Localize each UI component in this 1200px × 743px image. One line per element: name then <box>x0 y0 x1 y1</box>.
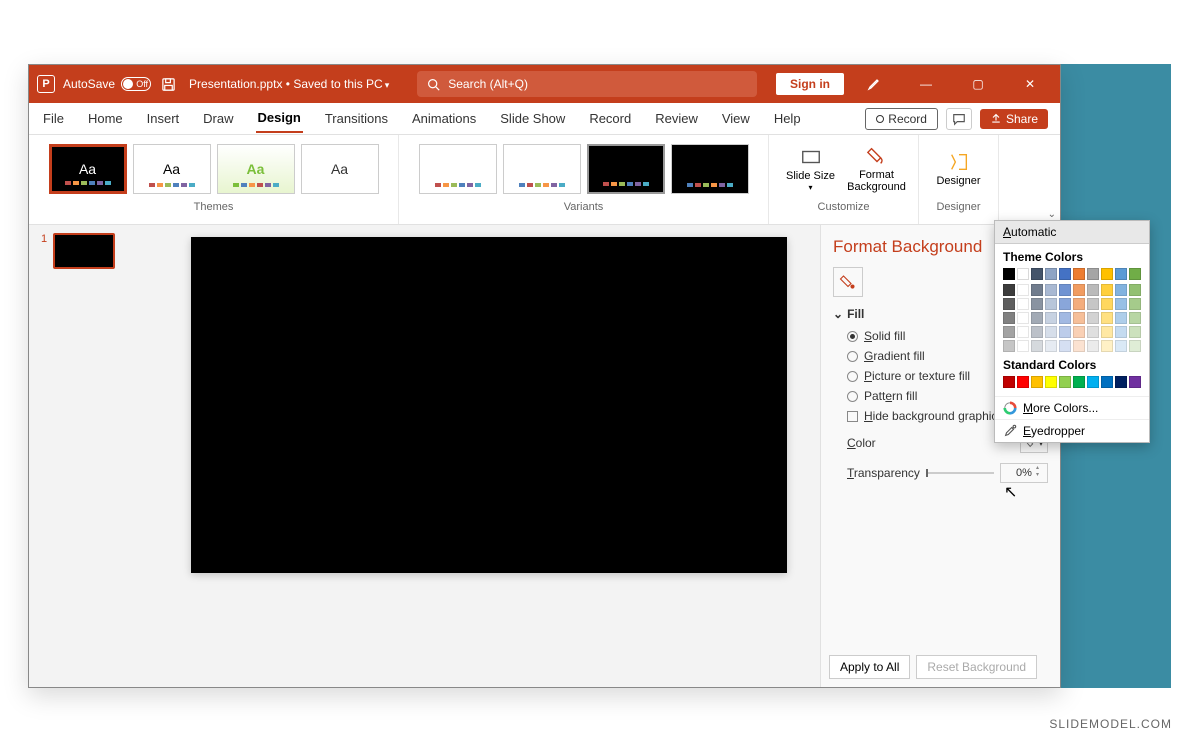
format-background-button[interactable]: Format Background <box>847 145 907 193</box>
theme-color-grid[interactable] <box>1003 268 1141 280</box>
variants-group: Variants <box>399 135 769 224</box>
theme-3[interactable]: Aa <box>217 144 295 194</box>
search-box[interactable]: Search (Alt+Q) <box>417 71 757 97</box>
designer-label: Designer <box>936 201 980 213</box>
customize-label: Customize <box>818 201 870 213</box>
theme-2[interactable]: Aa <box>133 144 211 194</box>
variant-1[interactable] <box>419 144 497 194</box>
color-picker-popup: Automatic Theme Colors Standard Colors M… <box>994 220 1150 443</box>
transparency-slider[interactable] <box>926 472 994 474</box>
tab-help[interactable]: Help <box>772 105 803 132</box>
tab-insert[interactable]: Insert <box>145 105 182 132</box>
theme-colors-label: Theme Colors <box>1003 250 1141 264</box>
apply-to-all-button[interactable]: Apply to All <box>829 655 910 679</box>
tab-slide-show[interactable]: Slide Show <box>498 105 567 132</box>
tab-animations[interactable]: Animations <box>410 105 478 132</box>
powerpoint-icon: P <box>37 75 55 93</box>
variant-2[interactable] <box>503 144 581 194</box>
eyedropper[interactable]: Eyedropper <box>995 419 1149 442</box>
autosave-label: AutoSave <box>63 77 115 91</box>
tab-transitions[interactable]: Transitions <box>323 105 390 132</box>
tab-home[interactable]: Home <box>86 105 125 132</box>
designer-button[interactable]: Designer <box>929 151 989 187</box>
slide-thumb-1[interactable]: 1 <box>41 233 145 269</box>
variants-label: Variants <box>564 201 604 213</box>
tab-file[interactable]: File <box>41 105 66 132</box>
comments-button[interactable] <box>946 108 972 130</box>
designer-group: Designer Designer <box>919 135 999 224</box>
slide-canvas-area <box>157 225 820 687</box>
signin-button[interactable]: Sign in <box>776 73 844 95</box>
pen-icon[interactable] <box>852 65 896 103</box>
customize-group: Slide Size▾ Format Background Customize <box>769 135 919 224</box>
tab-view[interactable]: View <box>720 105 752 132</box>
autosave-toggle[interactable]: AutoSave Off <box>63 77 151 91</box>
tab-review[interactable]: Review <box>653 105 700 132</box>
standard-color-grid[interactable] <box>1003 376 1141 388</box>
slide-canvas[interactable] <box>191 237 787 573</box>
powerpoint-window: P AutoSave Off Presentation.pptx • Saved… <box>28 64 1061 688</box>
save-icon[interactable] <box>159 75 177 93</box>
ribbon-collapse-icon[interactable]: ⌄ <box>1048 209 1056 220</box>
slide-thumbnails: 1 <box>29 225 157 687</box>
title-bar: P AutoSave Off Presentation.pptx • Saved… <box>29 65 1060 103</box>
menu-bar: File Home Insert Draw Design Transitions… <box>29 103 1060 135</box>
slide-size-button[interactable]: Slide Size▾ <box>781 146 841 193</box>
minimize-button[interactable]: — <box>904 65 948 103</box>
brand-watermark: SLIDEMODEL.COM <box>1049 717 1172 731</box>
filename[interactable]: Presentation.pptx • Saved to this PC▾ <box>189 77 389 91</box>
work-area: 1 Format Background ⌄Fill Solid fill Gra… <box>29 225 1060 687</box>
close-button[interactable]: ✕ <box>1008 65 1052 103</box>
ribbon: Aa Aa Aa Aa Themes Variants Slide Size▾ <box>29 135 1060 225</box>
slide-number: 1 <box>41 233 47 245</box>
slide-thumb-preview <box>53 233 115 269</box>
search-placeholder: Search (Alt+Q) <box>448 77 528 91</box>
standard-colors-label: Standard Colors <box>1003 358 1141 372</box>
fill-tab-icon[interactable] <box>833 267 863 297</box>
tab-draw[interactable]: Draw <box>201 105 235 132</box>
tab-design[interactable]: Design <box>256 104 303 133</box>
transparency-row: Transparency 0%▴▾ <box>833 463 1048 483</box>
maximize-button[interactable]: ▢ <box>956 65 1000 103</box>
share-button[interactable]: Share <box>980 109 1048 129</box>
theme-shade-grid[interactable] <box>1003 284 1141 352</box>
panel-footer: Apply to All Reset Background <box>829 655 1052 679</box>
variant-4[interactable] <box>671 144 749 194</box>
automatic-color[interactable]: Automatic <box>995 221 1149 244</box>
theme-4[interactable]: Aa <box>301 144 379 194</box>
theme-1[interactable]: Aa <box>49 144 127 194</box>
themes-group: Aa Aa Aa Aa Themes <box>29 135 399 224</box>
more-colors[interactable]: More Colors... <box>995 396 1149 419</box>
transparency-input[interactable]: 0%▴▾ <box>1000 463 1048 483</box>
variant-3[interactable] <box>587 144 665 194</box>
record-button[interactable]: Record <box>865 108 938 130</box>
reset-background-button[interactable]: Reset Background <box>916 655 1037 679</box>
themes-label: Themes <box>194 201 234 213</box>
tab-record[interactable]: Record <box>587 105 633 132</box>
toggle-switch[interactable]: Off <box>121 77 151 91</box>
